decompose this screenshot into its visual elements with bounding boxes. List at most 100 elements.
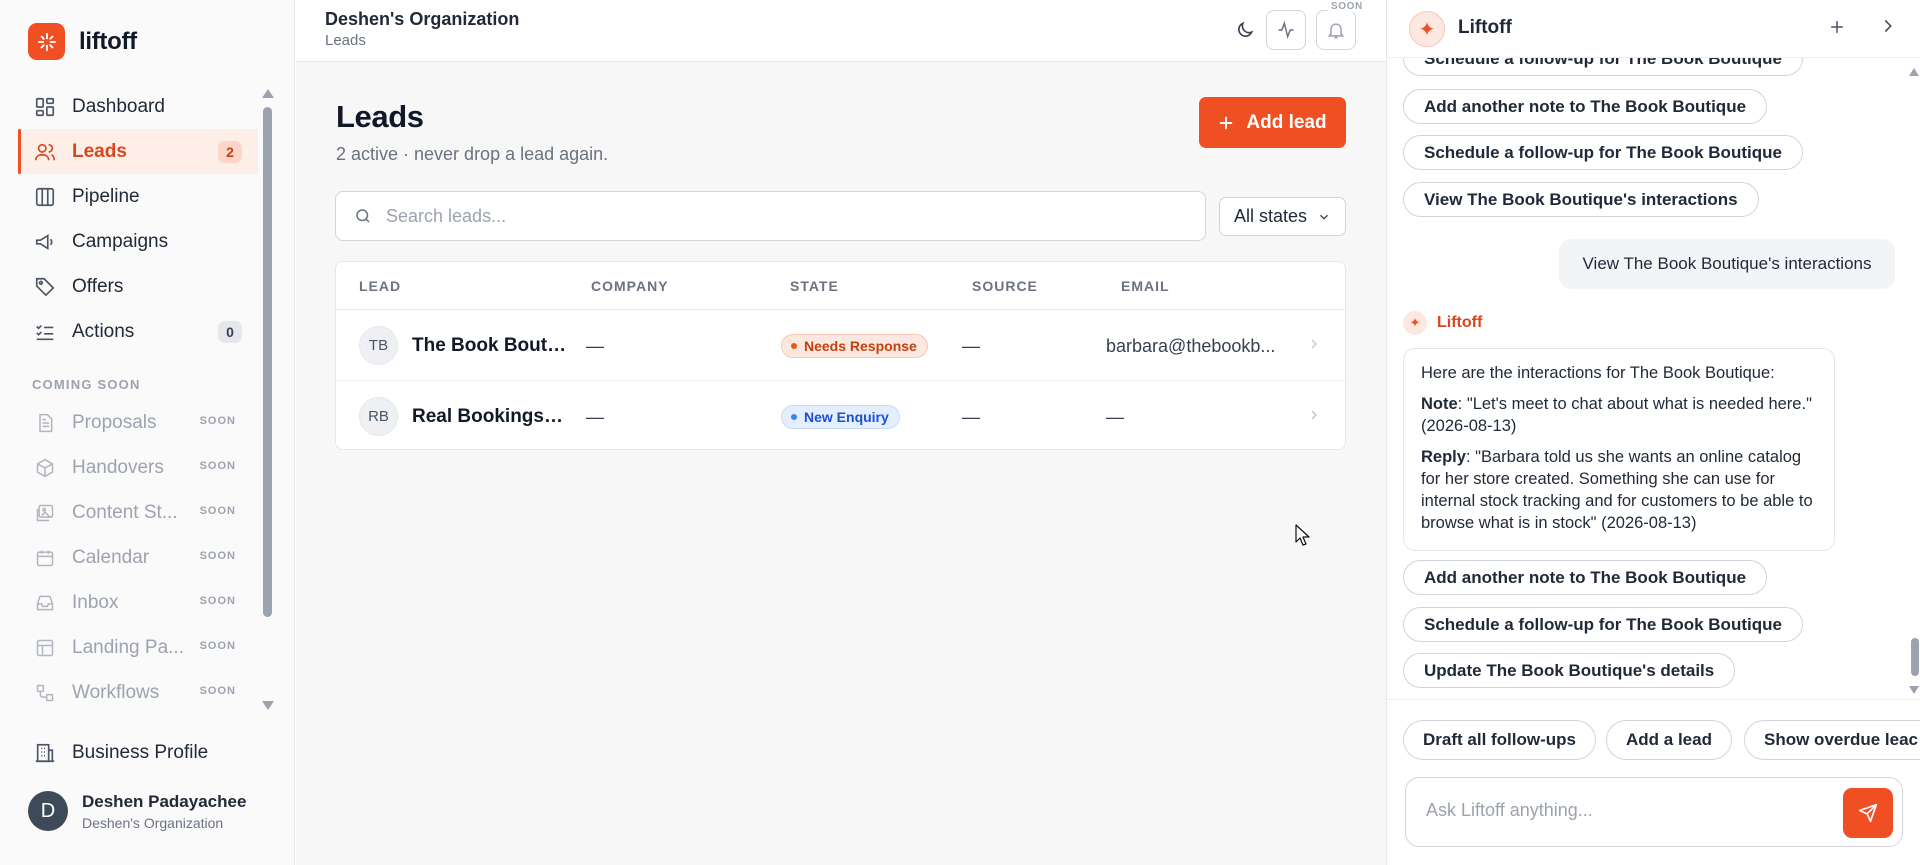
chat-input[interactable] (1426, 800, 1826, 821)
activity-button[interactable] (1266, 10, 1306, 50)
theme-toggle-button[interactable] (1225, 10, 1265, 50)
chat-scrollbar[interactable] (1908, 58, 1920, 698)
quick-suggestion-label: Show overdue leac (1764, 730, 1918, 749)
column-header-source[interactable]: SOURCE (972, 278, 1038, 294)
mouse-cursor-icon (1295, 524, 1310, 546)
scroll-down-arrow-icon[interactable] (1909, 686, 1919, 694)
chat-composer (1405, 777, 1903, 847)
plus-icon (1220, 116, 1233, 129)
suggestion-chip[interactable]: Add another note to The Book Boutique (1403, 89, 1768, 124)
send-button[interactable] (1843, 788, 1893, 838)
sidebar-item-workflows[interactable]: Workflows SOON (18, 670, 258, 714)
scrollbar-thumb[interactable] (263, 107, 272, 617)
suggestion-chip[interactable]: Update The Book Boutique's details (1403, 653, 1736, 688)
state-filter-value: All states (1233, 206, 1308, 226)
new-chat-plus-icon[interactable] (1827, 16, 1847, 44)
bell-icon (1327, 23, 1345, 39)
sparkle-icon: ✦ (1403, 311, 1427, 335)
sidebar-item-label: Leads (72, 140, 127, 162)
column-header-company[interactable]: COMPANY (591, 278, 669, 294)
scroll-down-arrow-icon[interactable] (262, 701, 274, 710)
actions-count-badge: 0 (218, 321, 242, 343)
chat-messages: Schedule a follow-up for The Book Boutiq… (1387, 58, 1920, 698)
business-profile-link[interactable]: Business Profile (32, 740, 208, 766)
sidebar-item-proposals[interactable]: Proposals SOON (18, 400, 258, 445)
chip-label: Schedule a follow-up for The Book Boutiq… (1424, 58, 1782, 68)
scrollbar-thumb[interactable] (1911, 638, 1919, 676)
megaphone-icon (32, 229, 58, 255)
column-header-state[interactable]: STATE (790, 278, 839, 294)
suggestion-chip[interactable]: View The Book Boutique's interactions (1403, 182, 1759, 217)
status-badge: New Enquiry (781, 405, 900, 429)
quick-suggestion-button[interactable]: Draft all follow-ups (1403, 720, 1596, 760)
sidebar-nav: Dashboard Leads 2 Pipeline Campaigns Off… (18, 84, 258, 714)
sidebar-item-label: Proposals (72, 411, 157, 433)
suggestion-chip[interactable]: Schedule a follow-up for The Book Boutiq… (1403, 135, 1803, 170)
checklist-icon (32, 319, 58, 345)
soon-tag: SOON (199, 550, 236, 562)
interaction-reply: Reply: "Barbara told us she wants an onl… (1421, 446, 1817, 534)
user-name: Deshen Padayachee (82, 791, 247, 811)
chip-label: View The Book Boutique's interactions (1424, 189, 1738, 209)
search-box[interactable] (335, 191, 1206, 241)
assistant-title: Liftoff (1458, 17, 1512, 38)
search-icon (356, 209, 370, 223)
suggestion-chip[interactable]: Add another note to The Book Boutique (1403, 560, 1768, 595)
suggestion-chip[interactable]: Schedule a follow-up for The Book Boutiq… (1403, 58, 1803, 76)
table-row[interactable]: TB The Book Boutique — Needs Response — … (336, 310, 1345, 381)
status-label: Needs Response (804, 338, 917, 354)
quick-suggestion-button[interactable]: Show overdue leac (1744, 720, 1920, 760)
notifications-button[interactable] (1316, 10, 1356, 50)
add-lead-button[interactable]: Add lead (1199, 97, 1346, 148)
user-profile[interactable]: D Deshen Padayachee Deshen's Organizatio… (28, 791, 246, 831)
moon-icon (1238, 21, 1254, 37)
table-row[interactable]: RB Real Bookings B... — New Enquiry — — (336, 381, 1345, 449)
sidebar-scrollbar[interactable] (259, 87, 276, 712)
chevron-right-icon[interactable] (1306, 407, 1322, 428)
sidebar-item-label: Calendar (72, 546, 150, 568)
lead-name[interactable]: Real Bookings B... (412, 406, 567, 428)
sidebar-item-handovers[interactable]: Handovers SOON (18, 445, 258, 490)
quick-suggestion-button[interactable]: Add a lead (1606, 720, 1732, 760)
suggestion-chip[interactable]: Schedule a follow-up for The Book Boutiq… (1403, 607, 1803, 642)
column-header-lead[interactable]: LEAD (359, 278, 401, 294)
lead-source: — (962, 407, 980, 427)
reply-label: Reply (1421, 448, 1466, 466)
lead-name[interactable]: The Book Boutique (412, 335, 567, 357)
status-dot (791, 414, 797, 420)
sidebar-item-dashboard[interactable]: Dashboard (18, 84, 258, 129)
business-profile-label: Business Profile (72, 742, 209, 763)
sidebar-item-calendar[interactable]: Calendar SOON (18, 535, 258, 580)
sidebar-item-offers[interactable]: Offers (18, 264, 258, 309)
scroll-up-arrow-icon[interactable] (262, 89, 274, 98)
state-filter-dropdown[interactable]: All states (1219, 197, 1346, 236)
column-header-email[interactable]: EMAIL (1121, 278, 1170, 294)
chevron-right-icon[interactable] (1306, 336, 1322, 357)
sidebar-item-landing-pages[interactable]: Landing Pa... SOON (18, 625, 258, 670)
app-name: liftoff (79, 27, 137, 55)
sparkle-logo-icon (28, 23, 65, 60)
soon-tag: SOON (199, 595, 236, 607)
notifications-soon-tag: SOON (1328, 1, 1366, 12)
search-input[interactable] (386, 205, 1166, 227)
soon-tag: SOON (199, 415, 236, 427)
sidebar: liftoff Dashboard Leads 2 Pipeline Campa… (0, 0, 295, 865)
logo[interactable]: liftoff (28, 23, 137, 60)
sidebar-item-leads[interactable]: Leads 2 (18, 129, 258, 174)
chip-label: Update The Book Boutique's details (1424, 660, 1715, 680)
sidebar-item-actions[interactable]: Actions 0 (18, 309, 258, 354)
collapse-panel-chevron-icon[interactable] (1877, 15, 1899, 42)
note-label: Note (1421, 395, 1458, 413)
lead-initials-avatar: RB (359, 397, 398, 436)
sidebar-item-pipeline[interactable]: Pipeline (18, 174, 258, 219)
sidebar-item-campaigns[interactable]: Campaigns (18, 219, 258, 264)
sidebar-item-content-studio[interactable]: Content St... SOON (18, 490, 258, 535)
reply-text: : "Barbara told us she wants an online c… (1421, 448, 1813, 532)
scroll-up-arrow-icon[interactable] (1909, 68, 1919, 76)
lead-source: — (962, 336, 980, 356)
page-subtitle: 2 active · never drop a lead again. (336, 144, 609, 164)
sidebar-item-inbox[interactable]: Inbox SOON (18, 580, 258, 625)
lead-email: — (1106, 407, 1124, 427)
sparkle-icon: ✦ (1409, 11, 1445, 47)
assistant-name-label: Liftoff (1437, 314, 1483, 331)
